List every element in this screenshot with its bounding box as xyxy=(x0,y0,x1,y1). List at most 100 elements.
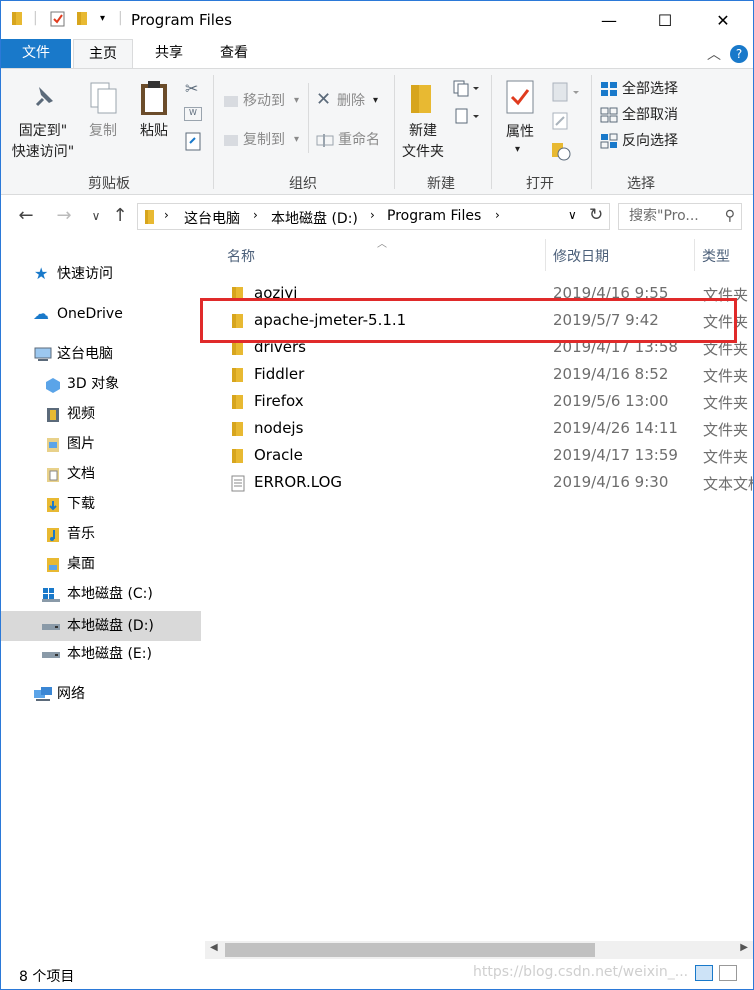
sidebar-item-3d-objects[interactable]: 3D 对象 xyxy=(1,371,201,397)
documents-icon xyxy=(47,468,59,482)
open-icon[interactable] xyxy=(551,81,581,103)
sidebar-item-pictures[interactable]: 图片 xyxy=(1,431,201,457)
sidebar-item-label: 图片 xyxy=(67,436,95,452)
drive-icon xyxy=(42,652,60,658)
sidebar-item-downloads[interactable]: 下载 xyxy=(1,491,201,517)
up-arrow-icon[interactable]: ↑ xyxy=(109,205,131,227)
new-group-label: 新建 xyxy=(427,176,455,192)
file-name: Fiddler xyxy=(254,365,305,383)
file-row-nodejs[interactable]: nodejs 2019/4/26 14:11 文件夹 xyxy=(221,415,753,442)
navigation-bar: ← → ∨ ↑ › 这台电脑 › 本地磁盘 (D:) › Program Fil… xyxy=(1,199,753,235)
file-type: 文件夹 xyxy=(703,394,749,412)
text-file-icon xyxy=(231,475,245,492)
maximize-button[interactable]: ☐ xyxy=(637,1,693,39)
file-row-oracle[interactable]: Oracle 2019/4/17 13:59 文件夹 xyxy=(221,442,753,469)
sidebar-item-onedrive[interactable]: ☁ OneDrive xyxy=(1,301,201,327)
sidebar-item-desktop[interactable]: 桌面 xyxy=(1,551,201,577)
back-arrow-icon[interactable]: ← xyxy=(15,205,37,227)
column-header-name[interactable]: 名称 xyxy=(227,246,255,266)
file-type: 文本文档 xyxy=(703,475,753,493)
divider xyxy=(308,83,309,153)
help-icon[interactable]: ? xyxy=(730,45,748,63)
scroll-left-icon[interactable]: ◀ xyxy=(210,942,218,953)
paste-shortcut-icon[interactable] xyxy=(185,131,201,151)
highlight-box xyxy=(200,298,737,343)
edit-icon[interactable] xyxy=(551,111,569,131)
window-title: Program Files xyxy=(131,11,232,29)
details-view-icon[interactable] xyxy=(695,965,713,981)
breadcrumb-program-files[interactable]: Program Files xyxy=(387,208,481,224)
refresh-icon[interactable]: ↻ xyxy=(589,205,603,225)
breadcrumb-drive-d[interactable]: 本地磁盘 (D:) xyxy=(271,208,358,228)
sidebar-item-label: 下载 xyxy=(67,496,95,512)
sidebar-item-network[interactable]: 网络 xyxy=(1,681,201,707)
navigation-pane: ★ 快速访问 ☁ OneDrive 这台电脑 3D 对象 视频 图片 文档 下载… xyxy=(1,237,203,957)
scrollbar-thumb[interactable] xyxy=(225,943,595,957)
scroll-right-icon[interactable]: ▶ xyxy=(740,942,748,953)
tab-home[interactable]: 主页 xyxy=(73,39,133,69)
search-icon: ⚲ xyxy=(724,208,735,224)
chevron-down-icon: ▾ xyxy=(294,134,300,145)
breadcrumb-this-pc[interactable]: 这台电脑 xyxy=(184,208,240,228)
column-header-type[interactable]: 类型 xyxy=(702,246,730,266)
folder-icon xyxy=(232,422,243,436)
file-row-fiddler[interactable]: Fiddler 2019/4/16 8:52 文件夹 xyxy=(221,361,753,388)
properties-icon[interactable] xyxy=(49,10,67,28)
address-bar[interactable]: › 这台电脑 › 本地磁盘 (D:) › Program Files › ∨ ↻ xyxy=(137,203,610,230)
windows-drive-icon xyxy=(42,588,60,602)
clipboard-group-label: 剪贴板 xyxy=(88,176,130,192)
file-row-firefox[interactable]: Firefox 2019/5/6 13:00 文件夹 xyxy=(221,388,753,415)
file-row-error-log[interactable]: ERROR.LOG 2019/4/16 9:30 文本文档 xyxy=(221,469,753,496)
new-item-icon[interactable] xyxy=(453,79,481,97)
new-folder-icon[interactable] xyxy=(76,10,90,26)
horizontal-scrollbar[interactable]: ◀ ▶ xyxy=(205,941,753,959)
sidebar-item-label: 视频 xyxy=(67,406,95,422)
sidebar-item-music[interactable]: 音乐 xyxy=(1,521,201,547)
divider xyxy=(591,75,592,189)
collapse-ribbon-icon[interactable]: ︿ xyxy=(707,44,721,64)
tab-share[interactable]: 共享 xyxy=(139,39,199,68)
move-to-icon xyxy=(224,96,238,107)
divider[interactable] xyxy=(545,239,546,271)
column-header-date[interactable]: 修改日期 xyxy=(553,246,609,266)
tab-view[interactable]: 查看 xyxy=(204,39,264,68)
select-none-icon xyxy=(600,107,618,123)
sidebar-item-this-pc[interactable]: 这台电脑 xyxy=(1,341,201,367)
move-to-label: 移动到 xyxy=(243,93,285,109)
forward-arrow-icon[interactable]: → xyxy=(53,205,75,227)
close-button[interactable]: ✕ xyxy=(695,1,751,39)
copy-path-icon[interactable]: W xyxy=(184,107,202,121)
sidebar-item-drive-c[interactable]: 本地磁盘 (C:) xyxy=(1,581,201,607)
address-history-icon[interactable]: ∨ xyxy=(568,208,577,222)
sidebar-item-documents[interactable]: 文档 xyxy=(1,461,201,487)
invert-selection-icon xyxy=(600,133,618,149)
large-icons-view-icon[interactable] xyxy=(719,965,737,981)
chevron-right-icon[interactable]: › xyxy=(253,208,258,222)
tab-file[interactable]: 文件 xyxy=(1,39,71,68)
clipboard-icon xyxy=(141,81,167,115)
divider[interactable] xyxy=(694,239,695,271)
chevron-right-icon[interactable]: › xyxy=(370,208,375,222)
sidebar-item-videos[interactable]: 视频 xyxy=(1,401,201,427)
pin-label-1: 固定到" xyxy=(18,123,68,139)
cut-icon[interactable]: ✂ xyxy=(185,79,198,98)
sidebar-item-label: 本地磁盘 (E:) xyxy=(67,646,152,662)
sidebar-item-quick-access[interactable]: ★ 快速访问 xyxy=(1,261,201,287)
customize-toolbar-icon[interactable]: ▾ xyxy=(100,13,105,24)
minimize-button[interactable]: — xyxy=(581,1,637,39)
sidebar-item-drive-e[interactable]: 本地磁盘 (E:) xyxy=(1,641,201,667)
easy-access-icon[interactable] xyxy=(453,107,481,125)
recent-locations-icon[interactable]: ∨ xyxy=(85,205,107,227)
search-input[interactable]: 搜索"Pro... ⚲ xyxy=(618,203,742,230)
history-icon[interactable] xyxy=(551,141,571,161)
sidebar-item-label: 文档 xyxy=(67,466,95,482)
sidebar-item-label: 3D 对象 xyxy=(67,376,120,392)
sidebar-item-label: OneDrive xyxy=(57,306,123,322)
sidebar-item-drive-d[interactable]: 本地磁盘 (D:) xyxy=(1,611,201,641)
explorer-window: | ▾ | Program Files — ☐ ✕ 文件 主页 共享 查看 ︿ … xyxy=(0,0,754,990)
watermark: https://blog.csdn.net/weixin_... xyxy=(473,964,689,980)
file-type: 文件夹 xyxy=(703,421,749,439)
chevron-right-icon[interactable]: › xyxy=(495,208,500,222)
rename-icon xyxy=(316,134,334,147)
chevron-right-icon[interactable]: › xyxy=(164,208,169,222)
